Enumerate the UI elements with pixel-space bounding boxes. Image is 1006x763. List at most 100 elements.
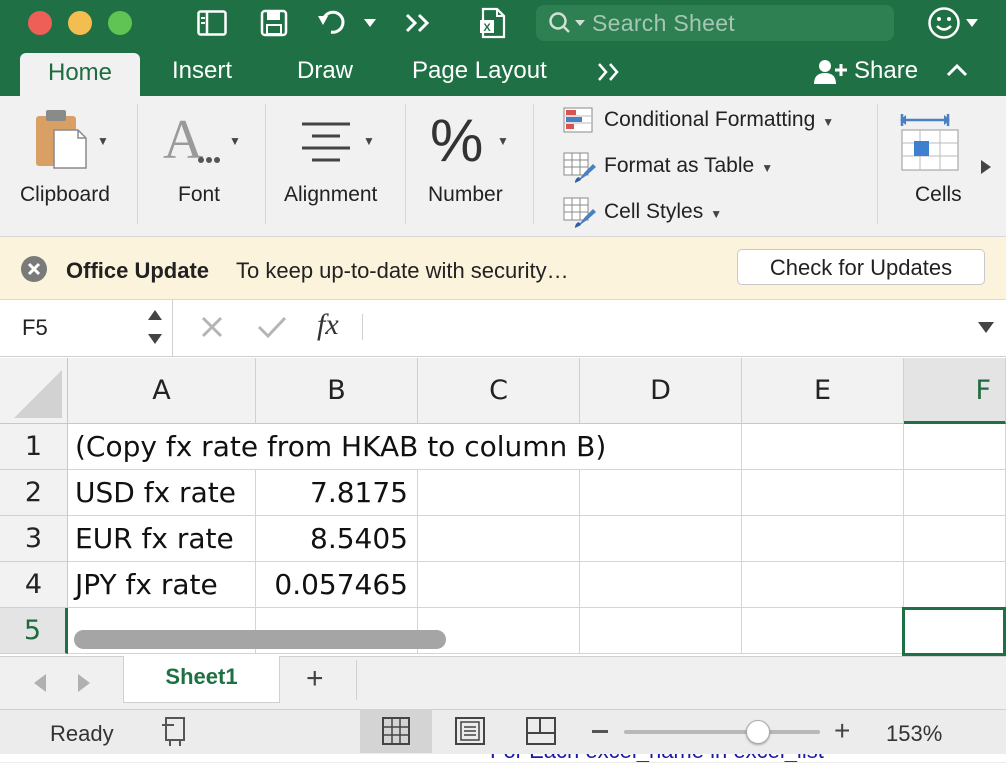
cell-a2[interactable]: USD fx rate (68, 470, 256, 516)
alignment-icon[interactable] (298, 120, 354, 169)
row-header-1[interactable]: 1 (0, 424, 68, 470)
cell-e4[interactable] (742, 562, 904, 608)
ribbon-scroll-right-icon[interactable] (980, 160, 992, 179)
confirm-edit-icon[interactable] (257, 315, 287, 344)
cell-d3[interactable] (580, 516, 742, 562)
cell-e1[interactable] (742, 424, 904, 470)
number-dropdown-icon[interactable]: ▼ (497, 134, 509, 148)
name-box-stepper-icon[interactable] (147, 308, 163, 351)
conditional-formatting-button[interactable]: Conditional Formatting ▼ (604, 108, 834, 132)
cell-d2[interactable] (580, 470, 742, 516)
cell-f3[interactable] (904, 516, 1006, 562)
smiley-feedback-icon[interactable] (926, 7, 962, 39)
cell-e2[interactable] (742, 470, 904, 516)
more-tabs-icon[interactable] (596, 62, 622, 87)
cell-f2[interactable] (904, 470, 1006, 516)
add-sheet-button[interactable]: + (306, 662, 324, 696)
cell-c3[interactable] (418, 516, 580, 562)
sheet-tab-sheet1[interactable]: Sheet1 (123, 656, 280, 703)
alignment-dropdown-icon[interactable]: ▼ (363, 134, 375, 148)
column-header-b[interactable]: B (256, 358, 418, 424)
more-commands-icon[interactable] (402, 8, 434, 38)
cell-a4[interactable]: JPY fx rate (68, 562, 256, 608)
column-header-a[interactable]: A (68, 358, 256, 424)
cell-styles-dropdown-icon: ▼ (710, 207, 723, 221)
font-dropdown-icon[interactable]: ▼ (229, 134, 241, 148)
name-box[interactable]: F5 (0, 300, 173, 356)
cell-b2[interactable]: 7.8175 (256, 470, 418, 516)
tab-draw[interactable]: Draw (297, 57, 353, 85)
page-break-preview-icon[interactable] (526, 717, 556, 750)
zoom-level: 153% (886, 721, 943, 746)
insert-function-icon[interactable]: fx (317, 308, 339, 342)
cell-e5[interactable] (742, 608, 904, 654)
title-bar: X Search Sheet (0, 0, 1006, 48)
formula-input[interactable] (376, 314, 956, 342)
select-all-corner[interactable] (0, 358, 68, 424)
column-header-d[interactable]: D (580, 358, 742, 424)
update-message: To keep up-to-date with security… (236, 258, 569, 283)
column-header-e[interactable]: E (742, 358, 904, 424)
cell-d5[interactable] (580, 608, 742, 654)
font-label: Font (178, 183, 221, 206)
cell-f4[interactable] (904, 562, 1006, 608)
tab-page-layout[interactable]: Page Layout (412, 57, 547, 85)
cell-styles-button[interactable]: Cell Styles ▼ (604, 200, 722, 224)
cell-a3[interactable]: EUR fx rate (68, 516, 256, 562)
percent-icon[interactable]: % (430, 110, 483, 172)
format-as-table-button[interactable]: Format as Table ▼ (604, 154, 773, 178)
conditional-formatting-label: Conditional Formatting (604, 108, 816, 131)
cell-b4[interactable]: 0.057465 (256, 562, 418, 608)
page-layout-view-icon[interactable] (455, 717, 485, 750)
cell-c2[interactable] (418, 470, 580, 516)
undo-icon[interactable] (316, 8, 352, 38)
cells-insert-icon[interactable] (900, 112, 960, 179)
previous-sheet-icon[interactable] (32, 673, 48, 698)
dismiss-update-icon[interactable] (20, 255, 48, 288)
expand-formula-bar-icon[interactable] (978, 320, 994, 338)
background-code-line: For Each excel_name in excel_list (490, 754, 824, 762)
accessibility-icon[interactable] (160, 716, 192, 753)
cell-a1[interactable]: (Copy fx rate from HKAB to column B) (68, 424, 742, 470)
row-header-3[interactable]: 3 (0, 516, 68, 562)
share-button[interactable]: Share (812, 55, 918, 87)
normal-view-button[interactable] (360, 709, 432, 753)
zoom-slider-track[interactable] (624, 730, 820, 734)
row-header-2[interactable]: 2 (0, 470, 68, 516)
paste-clipboard-icon[interactable] (34, 108, 90, 175)
cells-label: Cells (915, 183, 962, 206)
search-sheet-field[interactable]: Search Sheet (536, 5, 894, 41)
tab-home[interactable]: Home (20, 53, 140, 96)
font-icon[interactable]: A (163, 109, 225, 173)
cell-f1[interactable] (904, 424, 1006, 470)
row-header-4[interactable]: 4 (0, 562, 68, 608)
next-sheet-icon[interactable] (76, 673, 92, 698)
collapse-ribbon-icon[interactable] (946, 63, 968, 82)
close-window-button[interactable] (28, 11, 52, 35)
cell-e3[interactable] (742, 516, 904, 562)
sidebar-toggle-icon[interactable] (196, 8, 228, 38)
paste-dropdown-icon[interactable]: ▼ (97, 134, 109, 148)
save-icon[interactable] (258, 8, 290, 38)
undo-dropdown-icon[interactable] (362, 8, 378, 38)
cell-d4[interactable] (580, 562, 742, 608)
selected-cell-f5[interactable] (902, 607, 1006, 656)
tab-insert[interactable]: Insert (172, 57, 232, 85)
row-header-5[interactable]: 5 (0, 608, 68, 654)
cell-b3[interactable]: 8.5405 (256, 516, 418, 562)
zoom-out-button[interactable] (592, 730, 608, 733)
feedback-dropdown-icon[interactable] (964, 8, 980, 38)
check-for-updates-button[interactable]: Check for Updates (737, 249, 985, 285)
cell-c4[interactable] (418, 562, 580, 608)
cancel-edit-icon[interactable] (200, 315, 224, 344)
ribbon-home (0, 96, 1006, 237)
svg-text:X: X (483, 22, 491, 34)
zoom-in-button[interactable]: + (834, 716, 850, 746)
excel-file-icon: X (478, 7, 508, 39)
zoom-window-button[interactable] (108, 11, 132, 35)
column-header-c[interactable]: C (418, 358, 580, 424)
column-header-f[interactable]: F (904, 358, 1006, 424)
minimize-window-button[interactable] (68, 11, 92, 35)
horizontal-scrollbar[interactable] (74, 630, 446, 649)
ribbon-divider (265, 104, 266, 224)
